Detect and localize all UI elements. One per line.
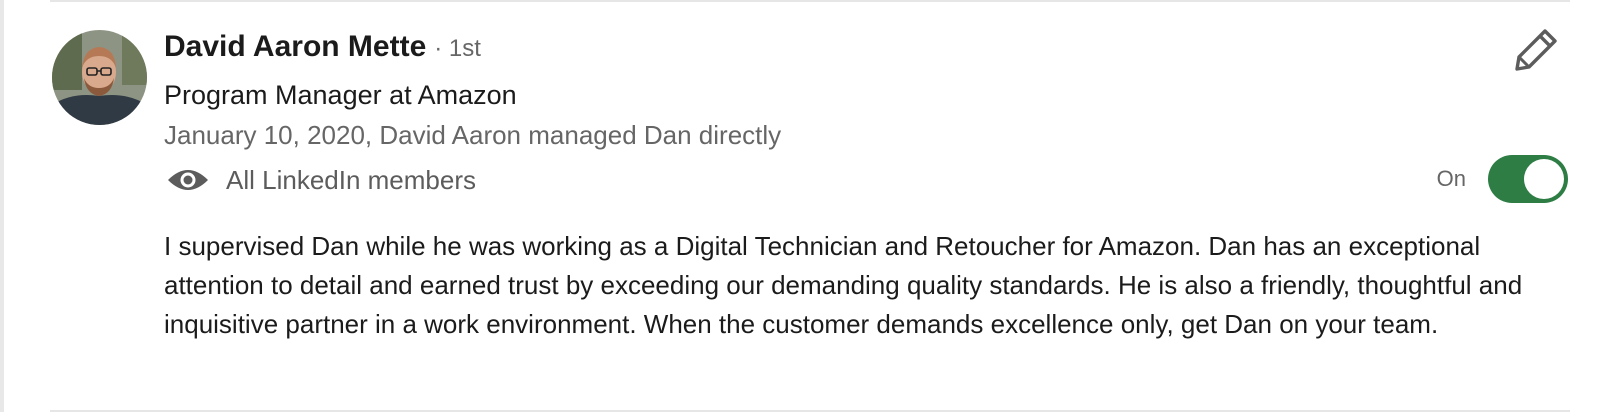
recommendation-text: I supervised Dan while he was working as… — [164, 231, 1523, 339]
connection-degree: · 1st — [434, 35, 481, 62]
left-border — [0, 0, 4, 412]
visibility-label: All LinkedIn members — [226, 164, 476, 195]
top-divider — [50, 0, 1570, 2]
toggle-state-label: On — [1436, 166, 1466, 191]
visibility-row: All LinkedIn members — [166, 158, 476, 202]
recommendation-card: David Aaron Mette · 1st Program Manager … — [0, 0, 1612, 412]
author-name-row: David Aaron Mette · 1st — [164, 30, 481, 70]
relationship-text: January 10, 2020, David Aaron managed Da… — [164, 120, 782, 150]
author-name[interactable]: David Aaron Mette — [164, 30, 426, 64]
visibility-toggle-group: On — [1437, 154, 1568, 204]
edit-button[interactable] — [1512, 26, 1562, 76]
eye-icon — [166, 166, 210, 194]
avatar-photo — [52, 30, 147, 125]
avatar[interactable] — [52, 30, 147, 125]
author-headline: Program Manager at Amazon — [164, 80, 517, 110]
pencil-icon — [1515, 27, 1559, 76]
toggle-knob — [1524, 159, 1564, 199]
visibility-toggle[interactable] — [1488, 155, 1568, 203]
